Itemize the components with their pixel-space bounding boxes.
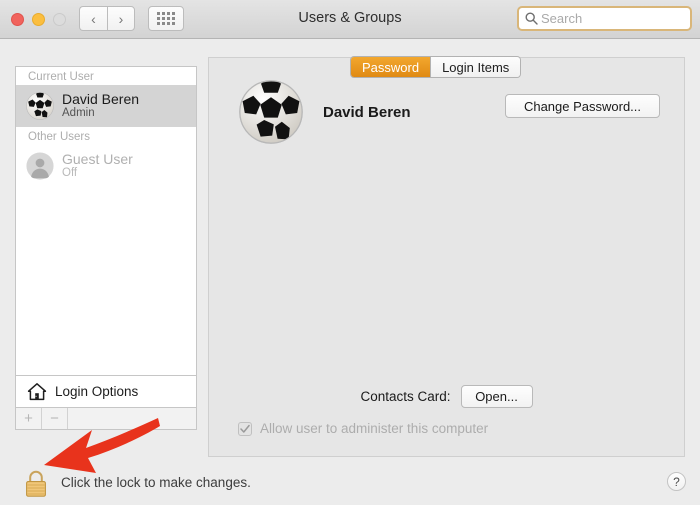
admin-checkbox[interactable] — [238, 421, 252, 436]
contacts-card-label: Contacts Card: — [360, 389, 451, 404]
user-role: Off — [62, 167, 78, 180]
search-field[interactable] — [517, 6, 692, 31]
window-footer: Click the lock to make changes. ? — [0, 463, 700, 505]
change-password-button[interactable]: Change Password... — [505, 94, 660, 118]
preference-pane-body: Current User David Beren Admin Other Use… — [0, 39, 700, 463]
sidebar-item-login-options[interactable]: Login Options — [15, 376, 197, 408]
group-header-current-user: Current User — [28, 71, 94, 83]
panel-tabs: Password Login Items — [350, 56, 522, 78]
sidebar-item-david-beren[interactable]: David Beren Admin — [16, 85, 196, 127]
tab-login-items[interactable]: Login Items — [430, 57, 521, 77]
house-icon — [27, 383, 47, 401]
help-button[interactable]: ? — [667, 472, 686, 491]
add-remove-toolbar: + − — [15, 408, 197, 430]
person-silhouette-avatar — [26, 152, 54, 180]
window-titlebar: ‹ › Users & Groups — [0, 0, 700, 39]
admin-checkbox-row[interactable]: Allow user to administer this computer — [238, 421, 488, 436]
soccer-ball-avatar — [26, 92, 54, 120]
lock-hint-text: Click the lock to make changes. — [61, 475, 251, 490]
user-role: Admin — [62, 107, 95, 120]
sidebar-item-guest-user[interactable]: Guest User Off — [16, 145, 196, 187]
users-and-groups-window: ‹ › Users & Groups Current User — [0, 0, 700, 505]
checkmark-icon — [240, 424, 250, 433]
group-header-other-users: Other Users — [28, 131, 90, 143]
lock-button[interactable] — [23, 469, 49, 499]
tab-password[interactable]: Password — [351, 57, 431, 77]
user-name: Guest User — [62, 151, 133, 168]
contacts-card-row: Contacts Card: Open... — [209, 385, 684, 408]
search-icon — [525, 12, 538, 25]
user-info: Guest User Off — [62, 151, 133, 180]
user-name: David Beren — [62, 91, 140, 108]
user-info: David Beren Admin — [62, 91, 139, 120]
remove-user-button[interactable]: − — [42, 408, 68, 429]
open-contacts-card-button[interactable]: Open... — [460, 385, 533, 408]
search-input[interactable] — [541, 11, 681, 26]
profile-user-name: David Beren — [323, 103, 411, 121]
login-options-label: Login Options — [55, 384, 139, 399]
user-profile-row: David Beren — [239, 80, 411, 144]
password-panel: David Beren Change Password... Contacts … — [208, 57, 685, 457]
users-list: Current User David Beren Admin Other Use… — [15, 66, 197, 376]
add-user-button[interactable]: + — [16, 408, 42, 429]
soccer-ball-avatar[interactable] — [239, 80, 303, 144]
admin-checkbox-label: Allow user to administer this computer — [260, 421, 489, 436]
